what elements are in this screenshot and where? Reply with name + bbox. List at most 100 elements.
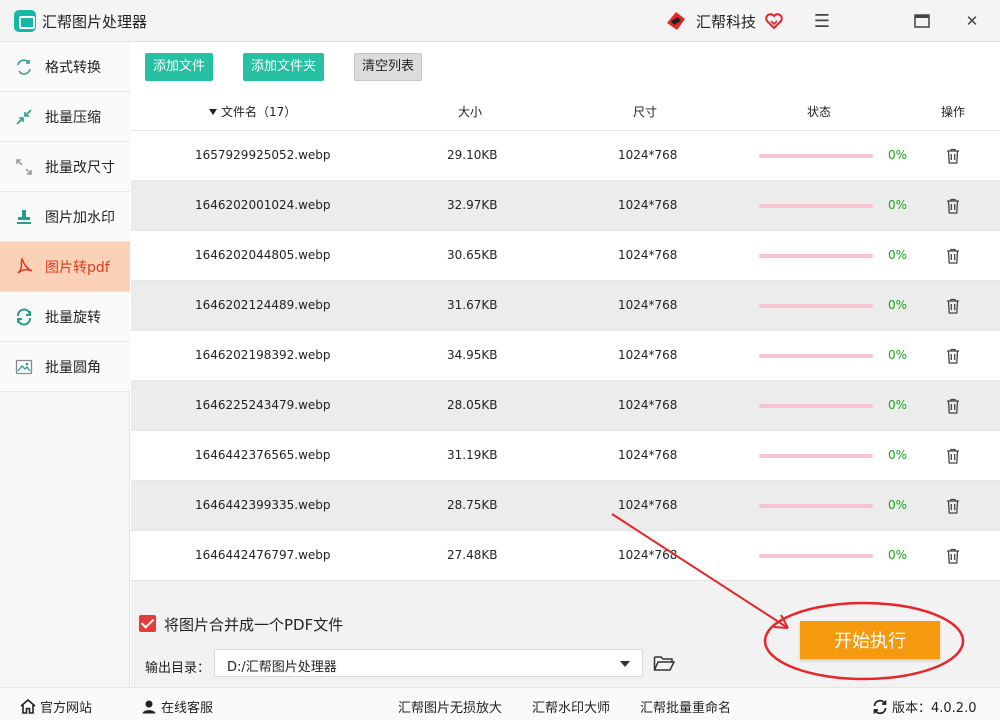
official-site-link[interactable]: 官方网站 xyxy=(20,697,92,716)
sidebar-item-label: 图片转pdf xyxy=(45,259,110,276)
maximize-icon[interactable] xyxy=(909,8,935,34)
progress-bar xyxy=(759,504,873,508)
progress-percent: 0% xyxy=(888,198,908,212)
trash-icon[interactable] xyxy=(946,548,960,564)
progress-percent: 0% xyxy=(888,248,908,262)
sidebar-item-resize[interactable]: 批量改尺寸 xyxy=(0,142,130,192)
start-button[interactable]: 开始执行 xyxy=(800,621,940,659)
add-folder-button[interactable]: 添加文件夹 xyxy=(243,53,325,81)
header-name[interactable]: 文件名（17） xyxy=(209,103,296,120)
compress-icon xyxy=(14,107,34,127)
sidebar-item-format-convert[interactable]: 格式转换 xyxy=(0,42,130,92)
close-icon[interactable]: ✕ xyxy=(959,8,985,34)
trash-icon[interactable] xyxy=(946,198,960,214)
progress-bar xyxy=(759,204,873,208)
progress-percent: 0% xyxy=(888,298,908,312)
table-row[interactable]: 1646442476797.webp 27.48KB 1024*768 0% xyxy=(131,531,1000,581)
refresh-icon xyxy=(873,699,887,714)
merge-pdf-checkbox[interactable] xyxy=(139,615,156,632)
table-header: 文件名（17） 大小 尺寸 状态 操作 xyxy=(131,90,1000,131)
online-support-link[interactable]: 在线客服 xyxy=(141,697,213,716)
file-dimensions: 1024*768 xyxy=(618,498,678,512)
file-name: 1646202124489.webp xyxy=(195,298,331,312)
file-list: 1657929925052.webp 29.10KB 1024*768 0% 1… xyxy=(131,131,1000,581)
merge-pdf-label: 将图片合并成一个PDF文件 xyxy=(164,616,344,634)
file-name: 1646202001024.webp xyxy=(195,198,331,212)
file-dimensions: 1024*768 xyxy=(618,298,678,312)
table-row[interactable]: 1646202124489.webp 31.67KB 1024*768 0% xyxy=(131,281,1000,331)
footer-link-upscale[interactable]: 汇帮图片无损放大 xyxy=(398,697,502,716)
table-row[interactable]: 1646225243479.webp 28.05KB 1024*768 0% xyxy=(131,381,1000,431)
pdf-icon xyxy=(14,256,34,277)
sidebar-item-label: 批量旋转 xyxy=(45,309,101,326)
file-dimensions: 1024*768 xyxy=(618,398,678,412)
table-row[interactable]: 1646442399335.webp 28.75KB 1024*768 0% xyxy=(131,481,1000,531)
output-dir-label: 输出目录： xyxy=(145,661,211,676)
file-dimensions: 1024*768 xyxy=(618,448,678,462)
progress-bar xyxy=(759,304,873,308)
trash-icon[interactable] xyxy=(946,498,960,514)
sidebar-item-rotate[interactable]: 批量旋转 xyxy=(0,292,130,342)
brand[interactable]: 汇帮科技 xyxy=(664,9,784,33)
progress-percent: 0% xyxy=(888,398,908,412)
rounded-corner-icon xyxy=(14,357,34,377)
progress-bar xyxy=(759,454,873,458)
file-size: 30.65KB xyxy=(447,248,498,262)
file-dimensions: 1024*768 xyxy=(618,198,678,212)
sidebar-item-label: 图片加水印 xyxy=(45,209,115,226)
resize-icon xyxy=(14,157,34,177)
progress-bar xyxy=(759,254,873,258)
sidebar-item-compress[interactable]: 批量压缩 xyxy=(0,92,130,142)
file-size: 31.19KB xyxy=(447,448,498,462)
table-row[interactable]: 1646202001024.webp 32.97KB 1024*768 0% xyxy=(131,181,1000,231)
file-size: 29.10KB xyxy=(447,148,498,162)
sidebar-item-label: 批量压缩 xyxy=(45,109,101,126)
output-dir-value: D:/汇帮图片处理器 xyxy=(227,660,337,675)
options-panel: 将图片合并成一个PDF文件 输出目录： D:/汇帮图片处理器 开始执行 xyxy=(131,581,1000,687)
sort-caret-icon xyxy=(209,109,217,115)
trash-icon[interactable] xyxy=(946,248,960,264)
file-dimensions: 1024*768 xyxy=(618,548,678,562)
output-dir-select[interactable]: D:/汇帮图片处理器 xyxy=(214,649,643,677)
progress-percent: 0% xyxy=(888,498,908,512)
footer-link-rename[interactable]: 汇帮批量重命名 xyxy=(640,697,731,716)
folder-open-icon[interactable] xyxy=(653,654,675,672)
title-bar: 汇帮图片处理器 汇帮科技 ☰ ✕ xyxy=(0,0,1000,42)
sidebar-item-rounded-corner[interactable]: 批量圆角 xyxy=(0,342,130,392)
trash-icon[interactable] xyxy=(946,148,960,164)
footer-link-watermark[interactable]: 汇帮水印大师 xyxy=(532,697,610,716)
trash-icon[interactable] xyxy=(946,398,960,414)
file-size: 31.67KB xyxy=(447,298,498,312)
file-dimensions: 1024*768 xyxy=(618,348,678,362)
trash-icon[interactable] xyxy=(946,448,960,464)
brand-name: 汇帮科技 xyxy=(696,12,757,31)
table-row[interactable]: 1657929925052.webp 29.10KB 1024*768 0% xyxy=(131,131,1000,181)
file-name: 1646442399335.webp xyxy=(195,498,331,512)
header-size: 大小 xyxy=(458,105,483,119)
table-row[interactable]: 1646202198392.webp 34.95KB 1024*768 0% xyxy=(131,331,1000,381)
version-info[interactable]: 版本：4.0.2.0 xyxy=(872,697,976,716)
progress-percent: 0% xyxy=(888,448,908,462)
file-name: 1646202198392.webp xyxy=(195,348,331,362)
trash-icon[interactable] xyxy=(946,348,960,364)
file-size: 34.95KB xyxy=(447,348,498,362)
sidebar-item-label: 批量圆角 xyxy=(45,359,101,376)
progress-percent: 0% xyxy=(888,348,908,362)
menu-icon[interactable]: ☰ xyxy=(809,8,835,34)
header-action: 操作 xyxy=(941,105,966,119)
sidebar-item-pdf[interactable]: 图片转pdf xyxy=(0,242,130,292)
sidebar-item-watermark[interactable]: 图片加水印 xyxy=(0,192,130,242)
add-file-button[interactable]: 添加文件 xyxy=(145,53,214,81)
table-row[interactable]: 1646202044805.webp 30.65KB 1024*768 0% xyxy=(131,231,1000,281)
trash-icon[interactable] xyxy=(946,298,960,314)
sidebar: 格式转换 批量压缩 批量改尺寸 图片加水印 图片转pdf 批量旋转 批量圆角 xyxy=(0,42,130,687)
progress-bar xyxy=(759,154,873,158)
table-row[interactable]: 1646442376565.webp 31.19KB 1024*768 0% xyxy=(131,431,1000,481)
file-name: 1646442476797.webp xyxy=(195,548,331,562)
file-size: 27.48KB xyxy=(447,548,498,562)
home-icon xyxy=(20,699,36,714)
clear-list-button[interactable]: 清空列表 xyxy=(354,53,423,81)
file-name: 1657929925052.webp xyxy=(195,148,331,162)
progress-bar xyxy=(759,354,873,358)
file-name: 1646202044805.webp xyxy=(195,248,331,262)
